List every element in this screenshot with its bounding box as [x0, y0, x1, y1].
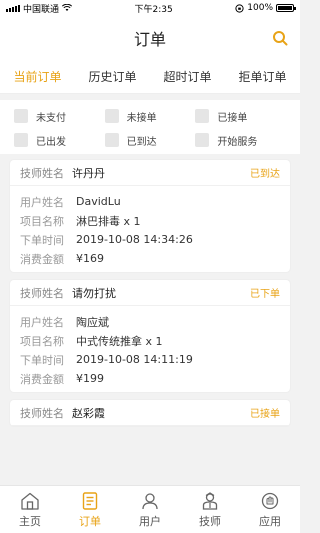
order-card-header: 技师姓名 赵彩霞 已接单 [10, 400, 290, 426]
checkbox[interactable] [104, 109, 119, 123]
user-icon [142, 492, 158, 509]
rotation-lock-icon [235, 3, 244, 13]
status-filters: 未支付 未接单 已接单 已出发 已到达 开始服务 [0, 100, 300, 154]
order-card-header: 技师姓名 请勿打扰 已下单 [10, 280, 290, 306]
technician-name: 赵彩霞 [72, 406, 105, 420]
checkbox[interactable] [14, 109, 28, 123]
home-icon [21, 492, 39, 510]
item-name: 淋巴排毒 x 1 [76, 214, 141, 228]
page-title: 订单 [133, 30, 166, 49]
filter-accepted[interactable]: 已接单 [195, 108, 286, 124]
battery-icon [276, 4, 296, 12]
nav-home[interactable]: 主页 [5, 491, 55, 529]
checkbox[interactable] [14, 133, 28, 147]
nav-apps[interactable]: 应用 [245, 491, 295, 529]
user-name: 陶应斌 [76, 315, 109, 329]
checkbox[interactable] [195, 109, 210, 123]
technician-name: 许丹丹 [72, 166, 105, 180]
order-amount: ¥169 [76, 252, 104, 265]
carrier-label: 中国联通 [23, 4, 60, 15]
order-list: 技师姓名 许丹丹 已到达 用户姓名 DavidLu 项目名称 淋巴排毒 x 1 下单时… [0, 160, 300, 426]
nav-users[interactable]: 用户 [125, 491, 175, 529]
filter-service-started[interactable]: 开始服务 [195, 132, 286, 148]
order-time: 2019-10-08 14:34:26 [76, 233, 193, 246]
tab-rejected-orders[interactable]: 拒单订单 [232, 60, 292, 94]
order-time: 2019-10-08 14:11:19 [76, 353, 193, 366]
order-card-body: 用户姓名 DavidLu 项目名称 淋巴排毒 x 1 下单时间 2019-10-08 … [20, 195, 193, 266]
status-bar: 中国联通 下午2:35 100% [0, 0, 300, 16]
nav-technicians[interactable]: 技师 [185, 491, 235, 529]
clock: 下午2:35 [134, 4, 173, 15]
header: 订单 [0, 16, 300, 60]
technician-name: 请勿打扰 [72, 286, 116, 300]
order-card[interactable]: 技师姓名 许丹丹 已到达 用户姓名 DavidLu 项目名称 淋巴排毒 x 1 下单时… [10, 160, 290, 272]
apps-icon [261, 492, 279, 509]
filter-unpaid[interactable]: 未支付 [14, 108, 105, 124]
tab-current-orders[interactable]: 当前订单 [7, 60, 67, 94]
order-card-body: 用户姓名 陶应斌 项目名称 中式传统推拿 x 1 下单时间 2019-10-08 14… [20, 315, 193, 386]
order-tabs: 当前订单 历史订单 超时订单 拒单订单 [0, 60, 300, 94]
filter-departed[interactable]: 已出发 [14, 132, 105, 148]
bottom-nav: 主页 订单 用户 技师 应用 [0, 485, 300, 533]
signal-icon [6, 4, 20, 12]
order-card[interactable]: 技师姓名 赵彩霞 已接单 [10, 400, 290, 426]
nav-orders[interactable]: 订单 [65, 491, 115, 529]
search-icon[interactable] [272, 30, 288, 46]
order-card[interactable]: 技师姓名 请勿打扰 已下单 用户姓名 陶应斌 项目名称 中式传统推拿 x 1 下单时间… [10, 280, 290, 392]
battery-percent: 100% [247, 3, 273, 13]
item-name: 中式传统推拿 x 1 [76, 334, 163, 348]
status-badge: 已接单 [250, 409, 280, 420]
tab-history-orders[interactable]: 历史订单 [82, 60, 142, 94]
filter-arrived[interactable]: 已到达 [104, 132, 196, 148]
order-amount: ¥199 [76, 372, 104, 385]
status-badge: 已到达 [250, 169, 280, 180]
filter-not-accepted[interactable]: 未接单 [104, 108, 196, 124]
user-name: DavidLu [76, 195, 121, 208]
tab-timeout-orders[interactable]: 超时订单 [157, 60, 217, 94]
checkbox[interactable] [104, 133, 119, 147]
status-badge: 已下单 [250, 289, 280, 300]
checkbox[interactable] [195, 133, 210, 147]
wifi-icon [62, 4, 73, 11]
order-icon [82, 491, 98, 510]
order-card-header: 技师姓名 许丹丹 已到达 [10, 160, 290, 186]
technician-icon [202, 491, 218, 510]
